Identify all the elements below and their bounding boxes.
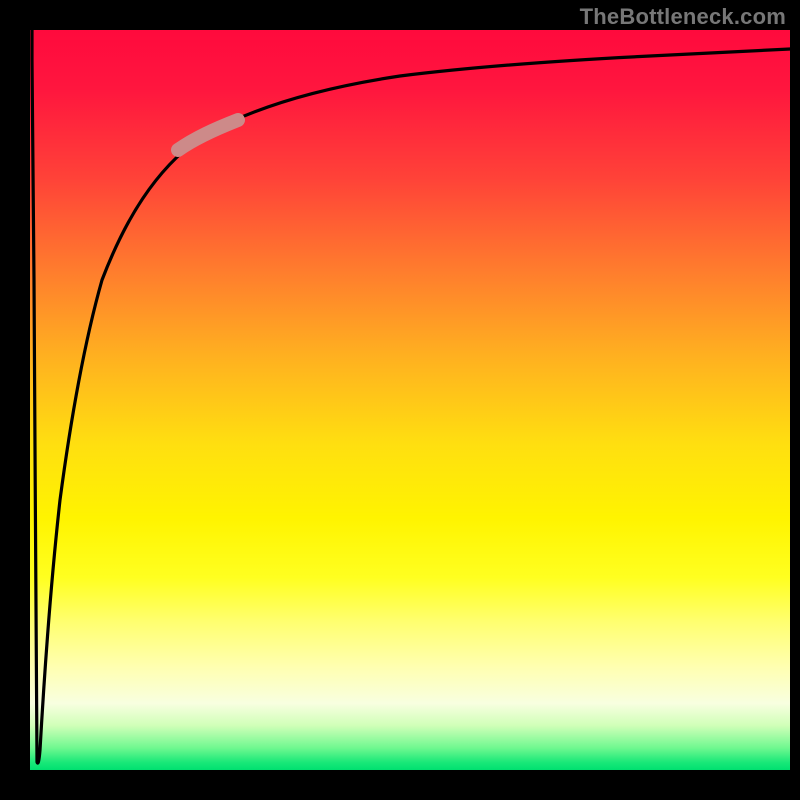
bottleneck-curve [32, 30, 790, 763]
curve-layer [30, 30, 790, 770]
watermark-text: TheBottleneck.com [580, 4, 786, 30]
chart-stage: TheBottleneck.com [0, 0, 800, 800]
highlight-segment [178, 120, 238, 150]
plot-area [30, 30, 790, 770]
